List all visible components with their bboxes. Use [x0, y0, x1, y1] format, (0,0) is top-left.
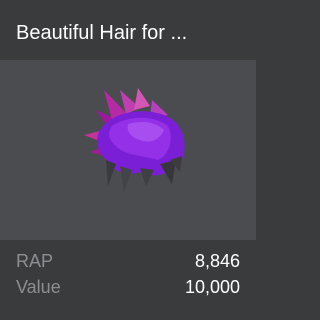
- item-stats: RAP 8,846 Value 10,000: [16, 248, 240, 300]
- rap-row: RAP 8,846: [16, 248, 240, 274]
- value-row: Value 10,000: [16, 274, 240, 300]
- rap-value: 8,846: [194, 250, 240, 271]
- item-title[interactable]: Beautiful Hair for ...: [16, 20, 244, 46]
- value-label: Value: [16, 276, 61, 297]
- rap-label: RAP: [16, 250, 54, 271]
- value-amount: 10,000: [184, 276, 240, 297]
- purple-hair-icon: [84, 88, 185, 192]
- item-thumbnail[interactable]: [0, 60, 256, 240]
- item-card[interactable]: Beautiful Hair for ... RAP 8,846 Value 1…: [0, 0, 256, 320]
